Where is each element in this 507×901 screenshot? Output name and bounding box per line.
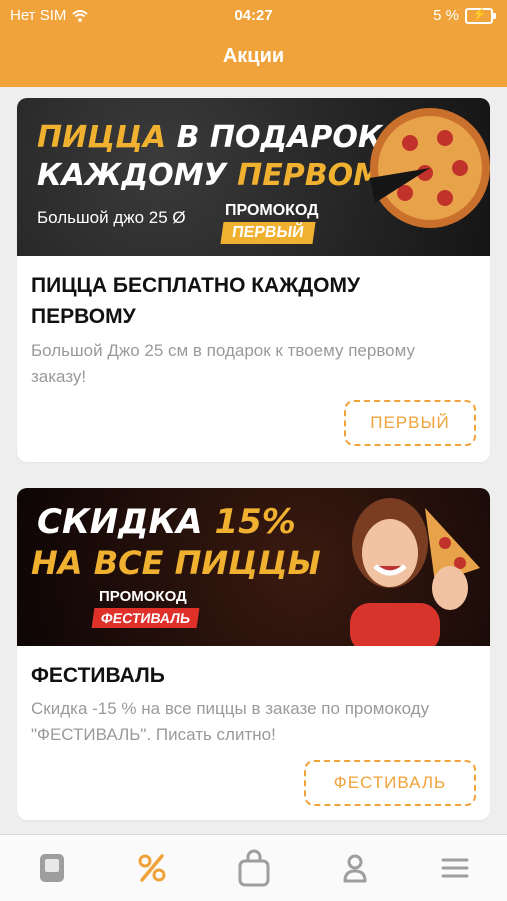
promo-banner-image: СКИДКА 15% НА ВСЕ ПИЦЦЫ ПРОМОКОД ФЕСТИВА… [17, 488, 490, 646]
tab-promotions[interactable] [102, 835, 202, 901]
hamburger-menu-icon [441, 858, 469, 878]
promo-title: ПИЦЦА БЕСПЛАТНО КАЖДОМУ ПЕРВОМУ [31, 274, 361, 328]
promo-card-festival[interactable]: СКИДКА 15% НА ВСЕ ПИЦЦЫ ПРОМОКОД ФЕСТИВА… [17, 488, 490, 820]
banner-headline: СКИДКА [37, 502, 203, 542]
app-header: Нет SIM 04:27 5 % ⚡ Акции [0, 0, 507, 87]
shopping-bag-icon [238, 849, 270, 887]
clock: 04:27 [234, 7, 273, 24]
banner-subtitle: Большой джо 25 Ø [37, 208, 186, 227]
promo-banner-image: ПИЦЦА В ПОДАРОК КАЖДОМУ ПЕРВОМУ Большой … [17, 98, 490, 256]
banner-promo-code: ПЕРВЫЙ [220, 222, 316, 244]
profile-icon [343, 854, 367, 883]
pizza-image [370, 108, 490, 228]
tab-cart[interactable] [204, 835, 304, 901]
battery-icon: ⚡ [465, 7, 496, 24]
banner-headline-accent: НА ВСЕ ПИЦЦЫ [31, 544, 321, 582]
banner-headline: КАЖДОМУ [37, 158, 227, 193]
promo-title: ФЕСТИВАЛЬ [31, 664, 165, 687]
promo-card-first[interactable]: ПИЦЦА В ПОДАРОК КАЖДОМУ ПЕРВОМУ Большой … [17, 98, 490, 462]
battery-percent: 5 % [433, 7, 459, 24]
banner-promo-label: ПРОМОКОД [99, 588, 187, 605]
promo-description: Скидка -15 % на все пиццы в заказе по пр… [31, 699, 430, 744]
banner-headline-accent: 15% [214, 502, 296, 542]
bottom-tab-bar [0, 834, 507, 901]
menu-book-icon [40, 854, 64, 882]
tab-more[interactable] [405, 835, 505, 901]
percent-icon [138, 854, 166, 882]
banner-promo-code: ФЕСТИВАЛЬ [91, 608, 200, 628]
page-title: Акции [222, 45, 285, 67]
status-bar: Нет SIM 04:27 5 % ⚡ [0, 7, 507, 27]
tab-profile[interactable] [305, 835, 405, 901]
banner-headline-accent: ПИЦЦА [37, 120, 167, 155]
promo-code-button[interactable]: ПЕРВЫЙ [344, 400, 476, 446]
promo-description: Большой Джо 25 см в подарок к твоему пер… [31, 341, 416, 386]
promo-code-button[interactable]: ФЕСТИВАЛЬ [304, 760, 476, 806]
banner-headline: В ПОДАРОК [176, 120, 383, 155]
banner-promo-label: ПРОМОКОД [225, 202, 319, 219]
woman-with-pizza-image [350, 498, 480, 646]
tab-menu[interactable] [2, 835, 102, 901]
